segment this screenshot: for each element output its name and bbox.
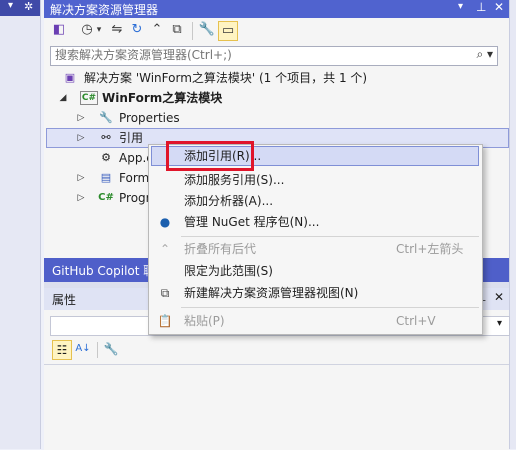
new-view-label: 新建解决方案资源管理器视图(N) (184, 286, 359, 300)
paste-shortcut: Ctrl+V (396, 314, 436, 328)
annotation-red-box (166, 141, 254, 171)
new-view-icon: ⧉ (160, 286, 170, 300)
add-service-reference-label: 添加服务引用(S)... (184, 173, 285, 187)
filter-dropdown-icon[interactable]: ▾ (94, 21, 104, 39)
menu-item-paste[interactable]: 📋 粘贴(P) Ctrl+V (149, 310, 482, 332)
scope-to-this-label: 限定为此范围(S) (184, 264, 273, 278)
properties-grid (44, 364, 509, 450)
add-analyzer-label: 添加分析器(A)... (184, 194, 274, 208)
nuget-icon: ● (159, 215, 171, 229)
github-copilot-label: GitHub Copilot 聊 (52, 264, 156, 278)
close-icon[interactable]: ✕ (494, 0, 504, 14)
solution-explorer-toolbar: ◧ ◷ ▾ ⇋ ↻ ⌃ ⧉ 🔧 ▭ (44, 18, 509, 44)
collapse-all-shortcut: Ctrl+左箭头 (396, 242, 464, 256)
property-pages-icon[interactable]: 🔧 (102, 340, 120, 358)
left-dock-strip (0, 0, 41, 449)
left-dock-tab[interactable]: ▾ ✲ (0, 0, 40, 16)
properties-wrench-icon[interactable]: 🔧 (198, 21, 216, 39)
switch-views-icon[interactable]: ◧ (50, 21, 68, 39)
menu-separator (181, 307, 479, 308)
expand-arrow-icon[interactable]: ▷ (76, 168, 86, 188)
right-dock-strip (509, 0, 516, 449)
paste-label: 粘贴(P) (184, 314, 225, 328)
window-position-dropdown-icon[interactable]: ▾ (458, 1, 463, 12)
refresh-icon[interactable]: ↻ (128, 21, 146, 39)
references-icon: ⚯ (101, 131, 111, 144)
solution-label: 解决方案 'WinForm之算法模块' (1 个项目，共 1 个) (84, 71, 368, 85)
properties-title: 属性 (52, 293, 77, 307)
show-all-files-icon[interactable]: ⧉ (168, 21, 186, 39)
categorized-icon[interactable]: ☷ (52, 340, 72, 360)
menu-item-add-analyzer[interactable]: 添加分析器(A)... (149, 190, 482, 212)
form-label: Form (119, 171, 150, 185)
close-icon[interactable]: ✕ (494, 290, 504, 304)
csharp-project-icon: C# (80, 91, 98, 105)
project-label: WinForm之算法模块 (102, 91, 223, 105)
dropdown-arrow-icon[interactable]: ▾ (8, 0, 13, 11)
expand-arrow-icon[interactable]: ▷ (76, 188, 86, 208)
alphabetical-sort-icon[interactable]: A↓ (74, 340, 92, 358)
menu-separator (181, 236, 479, 237)
menu-item-manage-nuget[interactable]: ● 管理 NuGet 程序包(N)... (149, 211, 482, 233)
paste-icon: 📋 (157, 314, 173, 328)
solution-icon: ▣ (64, 71, 76, 84)
pin-icon[interactable]: ⊥ (476, 0, 486, 14)
form-icon: ▤ (100, 171, 112, 184)
collapse-all-icon[interactable]: ⌃ (148, 21, 166, 39)
context-menu: 添加引用(R)... 添加服务引用(S)... 添加分析器(A)... ● 管理… (148, 144, 483, 335)
collapse-icon: ⌃ (159, 242, 171, 256)
toolbar-separator (97, 342, 98, 358)
dropdown-arrow-icon[interactable]: ▾ (497, 318, 502, 329)
properties-label: Properties (119, 111, 180, 125)
expand-arrow-icon[interactable]: ▷ (76, 108, 86, 128)
expand-arrow-icon[interactable]: ▷ (76, 128, 86, 148)
panel-title: 解决方案资源管理器 (50, 3, 159, 17)
search-input[interactable] (51, 47, 469, 63)
search-icon[interactable]: ⌕ ▾ (476, 47, 493, 62)
collapse-all-label: 折叠所有后代 (184, 242, 257, 256)
config-file-icon: ⚙ (101, 151, 111, 164)
search-box[interactable]: ⌕ ▾ (50, 46, 498, 66)
toolbar-separator (192, 22, 193, 40)
preview-selected-items-icon[interactable]: ▭ (218, 21, 238, 41)
solution-explorer-titlebar: 解决方案资源管理器 ▾ ⊥ ✕ (44, 0, 509, 18)
wrench-icon: 🔧 (99, 111, 113, 124)
references-label: 引用 (119, 131, 144, 145)
menu-item-add-service-reference[interactable]: 添加服务引用(S)... (149, 169, 482, 191)
collapse-arrow-icon[interactable]: ◢ (58, 88, 68, 108)
menu-item-new-view[interactable]: ⧉ 新建解决方案资源管理器视图(N) (149, 282, 482, 304)
menu-item-collapse-all[interactable]: ⌃ 折叠所有后代 Ctrl+左箭头 (149, 238, 482, 260)
properties-toolbar: ☷ A↓ 🔧 (44, 338, 509, 362)
gear-icon[interactable]: ✲ (24, 0, 33, 13)
program-label: Progr (119, 191, 151, 205)
sync-with-document-icon[interactable]: ⇋ (108, 21, 126, 39)
csharp-file-icon: C# (98, 192, 114, 203)
menu-item-scope-to-this[interactable]: 限定为此范围(S) (149, 260, 482, 282)
manage-nuget-label: 管理 NuGet 程序包(N)... (184, 215, 320, 229)
